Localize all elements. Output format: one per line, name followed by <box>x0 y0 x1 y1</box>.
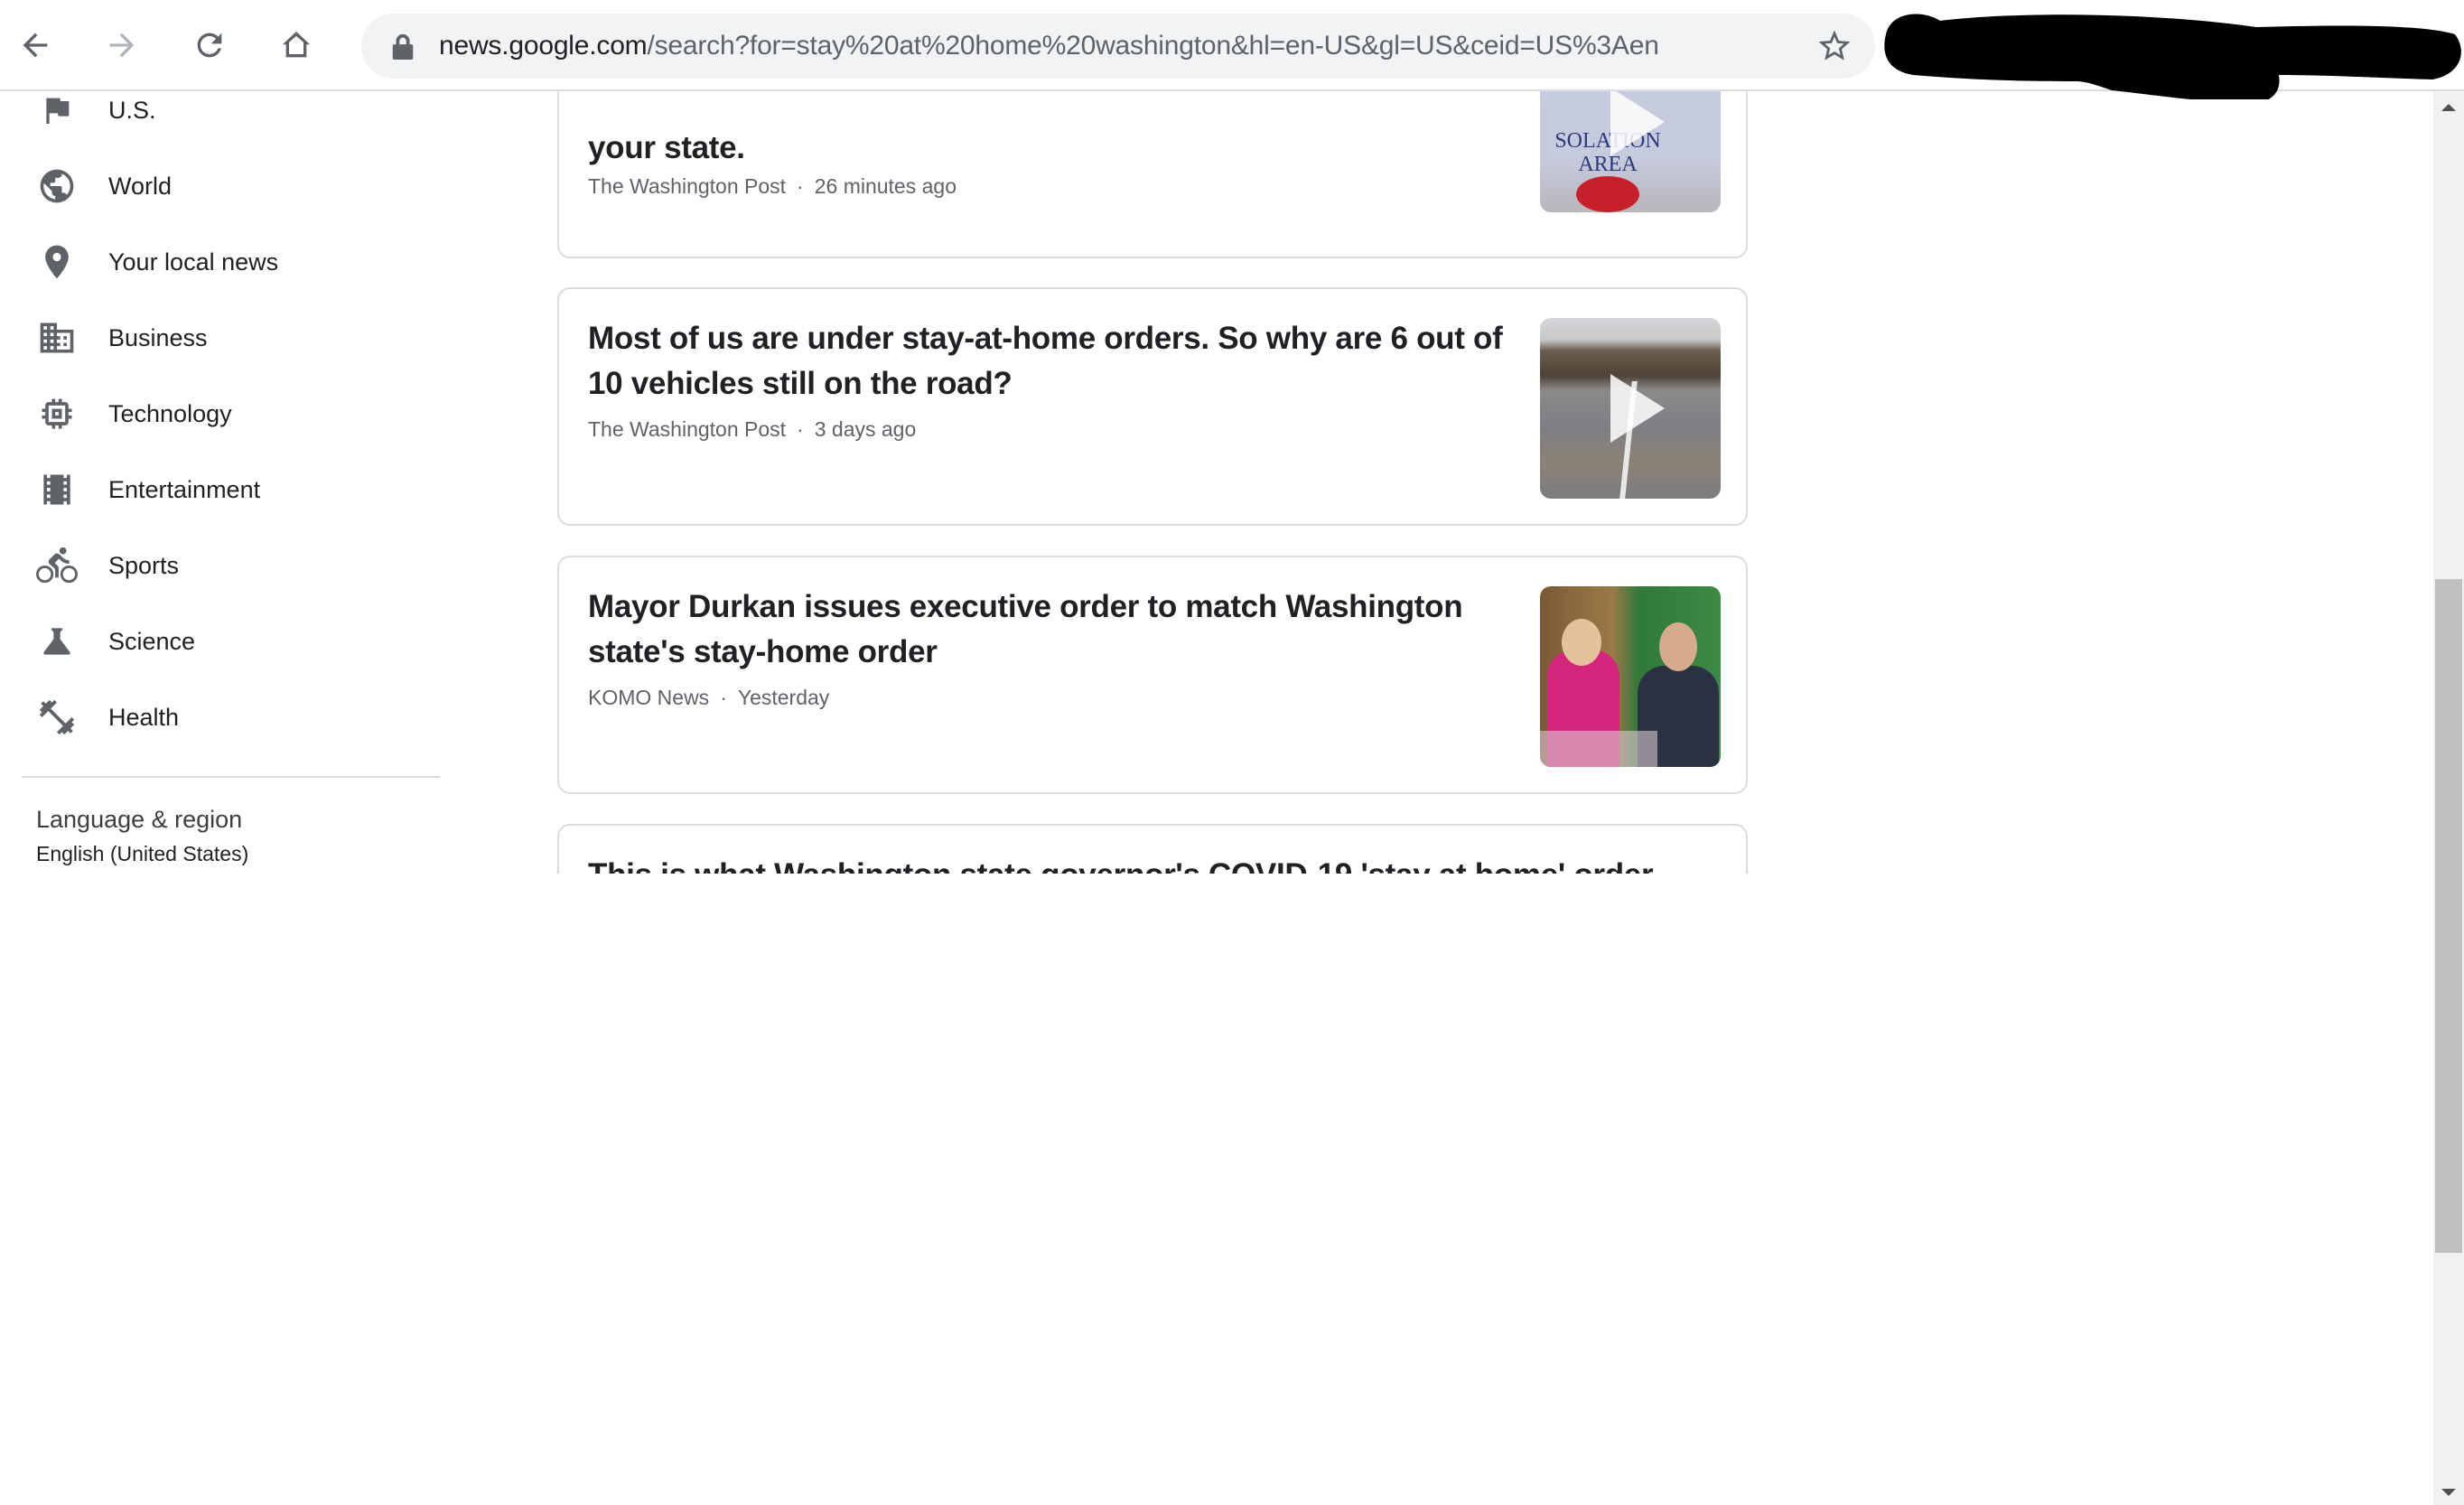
article-time: 26 minutes ago <box>814 174 957 198</box>
reload-button[interactable] <box>188 23 231 67</box>
article-thumbnail[interactable] <box>1540 586 1721 767</box>
article-title[interactable]: Most of us are under stay-at-home orders… <box>588 316 1518 407</box>
redaction-mark <box>1884 14 2461 99</box>
article-meta: The Washington Post · 3 days ago <box>588 417 916 442</box>
article-source[interactable]: KOMO News <box>588 686 709 709</box>
home-icon <box>283 32 310 58</box>
article-thumbnail[interactable]: SOLATION AREA <box>1540 91 1721 212</box>
scrollbar-thumb[interactable] <box>2435 579 2462 1253</box>
article-time: Yesterday <box>737 686 830 709</box>
back-icon <box>23 33 48 58</box>
article-card[interactable]: Most of us are under stay-at-home orders… <box>557 287 1748 526</box>
url-text[interactable]: news.google.com/search?for=stay%20at%20h… <box>439 23 1659 69</box>
meta-separator: · <box>797 417 804 441</box>
article-card[interactable]: your state. The Washington Post · 26 minut… <box>557 91 1748 258</box>
url-host: news.google.com <box>439 31 648 61</box>
article-title[interactable]: This is what Washington state governor's… <box>588 853 1672 874</box>
url-path: /search?for=stay%20at%20home%20washingto… <box>647 31 1659 61</box>
lock-icon[interactable] <box>390 33 415 60</box>
meta-separator: · <box>797 174 804 198</box>
scroll-down-arrow-icon[interactable] <box>2441 1489 2456 1496</box>
home-button[interactable] <box>275 23 318 67</box>
article-list: your state. The Washington Post · 26 minut… <box>0 91 2433 874</box>
article-card[interactable]: This is what Washington state governor's… <box>557 824 1748 874</box>
thumbnail-do-not-enter-art <box>1576 176 1639 212</box>
forward-button[interactable] <box>100 23 144 67</box>
bookmark-star-icon[interactable] <box>1815 27 1853 65</box>
meta-separator: · <box>720 686 727 709</box>
vertical-scrollbar[interactable] <box>2433 91 2464 1505</box>
article-time: 3 days ago <box>814 417 917 441</box>
article-card[interactable]: Mayor Durkan issues executive order to m… <box>557 556 1748 794</box>
play-icon <box>1610 374 1665 443</box>
article-title[interactable]: Mayor Durkan issues executive order to m… <box>588 584 1518 675</box>
forward-icon <box>109 33 135 58</box>
article-thumbnail[interactable] <box>1540 318 1721 499</box>
article-meta: KOMO News · Yesterday <box>588 686 829 710</box>
scroll-up-arrow-icon[interactable] <box>2441 104 2456 111</box>
article-source[interactable]: The Washington Post <box>588 417 786 441</box>
browser-toolbar: news.google.com/search?for=stay%20at%20h… <box>0 0 2464 99</box>
thumbnail-podium-art <box>1540 731 1657 767</box>
thumbnail-face-right-art <box>1659 622 1697 671</box>
article-meta: The Washington Post · 26 minutes ago <box>588 174 957 199</box>
article-title[interactable]: your state. <box>588 126 1518 171</box>
play-icon <box>1610 91 1665 156</box>
thumbnail-face-left-art <box>1562 619 1601 666</box>
back-button[interactable] <box>14 23 57 67</box>
reload-icon <box>197 33 222 58</box>
article-source[interactable]: The Washington Post <box>588 174 786 198</box>
